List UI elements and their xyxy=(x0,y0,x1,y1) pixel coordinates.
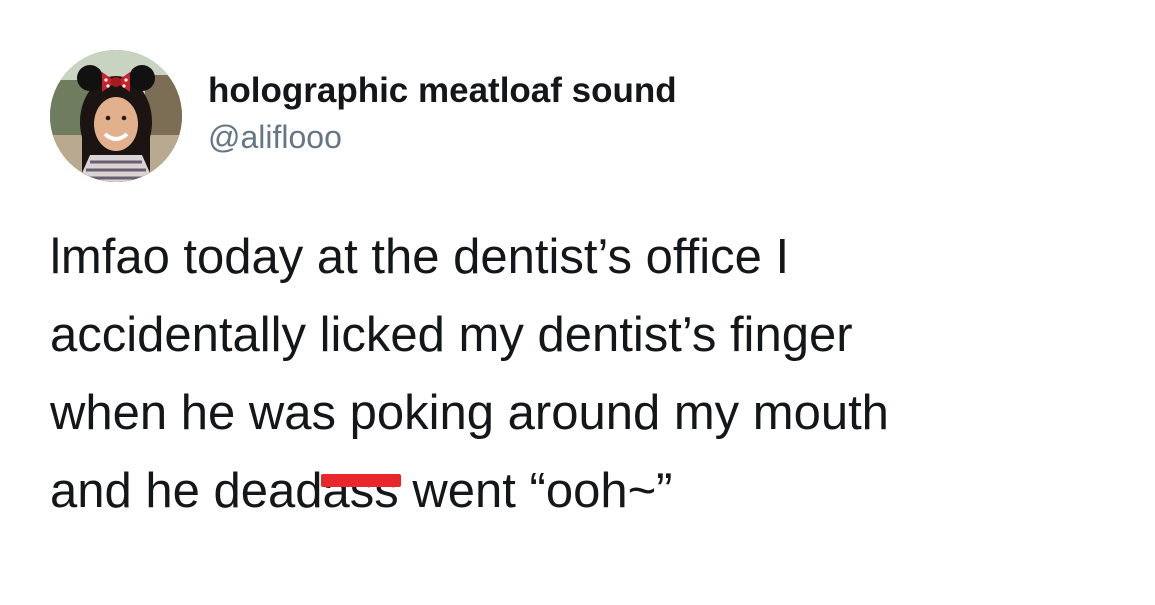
text-after-redaction: went “ooh~” xyxy=(398,464,673,518)
tweet-text-line: when he was poking around my mouth xyxy=(50,386,889,440)
user-handle[interactable]: @aliflooo xyxy=(208,116,677,158)
redaction-bar xyxy=(320,474,401,487)
profile-photo-icon xyxy=(50,50,182,182)
redacted-text: ass xyxy=(322,464,399,518)
tweet-text-line: lmfao today at the dentist’s office I xyxy=(50,230,790,284)
display-name[interactable]: holographic meatloaf sound xyxy=(208,68,677,114)
tweet-text-last-line: and he deadass went “ooh~” xyxy=(50,452,1130,530)
text-before-redaction: and he dead xyxy=(50,464,323,518)
redacted-word: ass xyxy=(320,452,401,530)
tweet-text: lmfao today at the dentist’s office I ac… xyxy=(50,218,1130,530)
tweet-card: holographic meatloaf sound @aliflooo lmf… xyxy=(0,0,1155,605)
tweet-text-line: accidentally licked my dentist’s finger xyxy=(50,308,853,362)
author-info: holographic meatloaf sound @aliflooo xyxy=(208,68,677,158)
avatar[interactable] xyxy=(50,50,182,182)
